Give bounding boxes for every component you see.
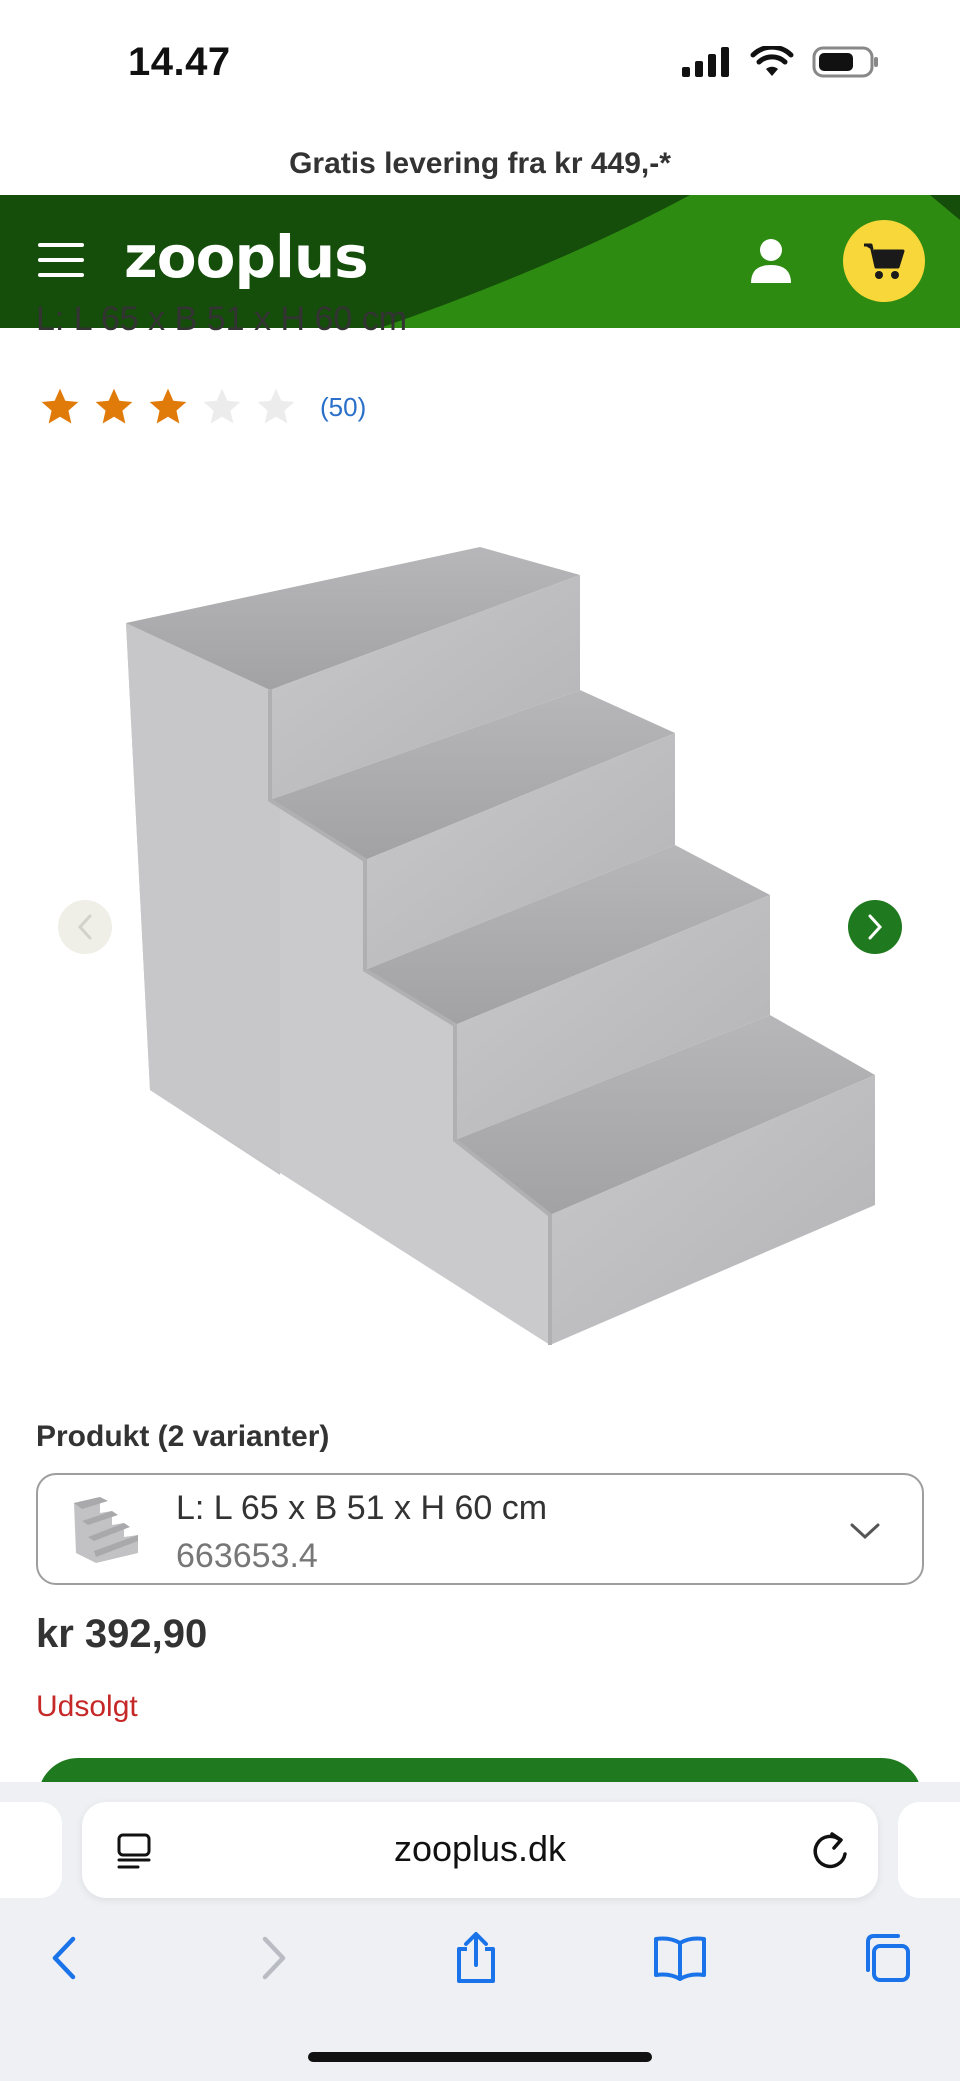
url-text[interactable]: zooplus.dk xyxy=(82,1828,878,1870)
battery-icon xyxy=(812,46,878,78)
book-icon xyxy=(654,1936,706,1981)
status-time: 14.47 xyxy=(128,40,231,84)
back-button[interactable] xyxy=(34,1928,94,1988)
variant-sku: 663653.4 xyxy=(176,1537,318,1575)
dog-stairs-image[interactable] xyxy=(110,515,890,1345)
star-filled-icon xyxy=(41,388,79,424)
variant-dropdown[interactable]: L: L 65 x B 51 x H 60 cm 663653.4 xyxy=(36,1473,924,1585)
variant-name: L: L 65 x B 51 x H 60 cm xyxy=(176,1489,548,1527)
home-indicator xyxy=(308,2052,652,2062)
signal-icon xyxy=(682,47,729,77)
status-bar: 14.47 xyxy=(0,0,960,130)
share-icon xyxy=(457,1932,495,1983)
star-filled-icon xyxy=(149,388,187,424)
image-carousel xyxy=(0,495,960,1355)
chevron-right-icon xyxy=(868,914,883,940)
carousel-prev-button[interactable] xyxy=(58,900,112,954)
chevron-left-icon xyxy=(52,1936,76,1980)
chevron-left-icon xyxy=(77,914,92,940)
free-delivery-banner[interactable]: Gratis levering fra kr 449,-* xyxy=(0,140,960,195)
browser-toolbar xyxy=(0,1920,960,2000)
rating-count[interactable]: (50) xyxy=(320,392,366,423)
star-empty-icon xyxy=(203,388,241,424)
chevron-right-icon xyxy=(262,1936,286,1980)
chevron-down-icon xyxy=(850,1523,880,1540)
header-overlay xyxy=(0,195,960,328)
star-empty-icon xyxy=(257,388,295,424)
reload-icon[interactable] xyxy=(810,1828,850,1872)
stock-status: Udsolgt xyxy=(36,1690,138,1723)
share-button[interactable] xyxy=(446,1928,506,1988)
price: kr 392,90 xyxy=(36,1612,208,1656)
status-icons xyxy=(682,46,880,78)
variant-label: Produkt (2 varianter) xyxy=(36,1420,330,1453)
address-bar[interactable]: zooplus.dk xyxy=(82,1802,878,1898)
bookmarks-button[interactable] xyxy=(650,1928,710,1988)
carousel-next-button[interactable] xyxy=(848,900,902,954)
previous-tab-preview[interactable] xyxy=(0,1802,62,1898)
forward-button[interactable] xyxy=(244,1928,304,1988)
variant-thumbnail xyxy=(74,1497,138,1563)
tabs-button[interactable] xyxy=(856,1928,916,1988)
wifi-icon xyxy=(750,46,794,76)
rating[interactable]: (50) xyxy=(38,385,366,429)
next-tab-preview[interactable] xyxy=(898,1802,960,1898)
tabs-icon xyxy=(866,1934,910,1982)
star-filled-icon xyxy=(95,388,133,424)
